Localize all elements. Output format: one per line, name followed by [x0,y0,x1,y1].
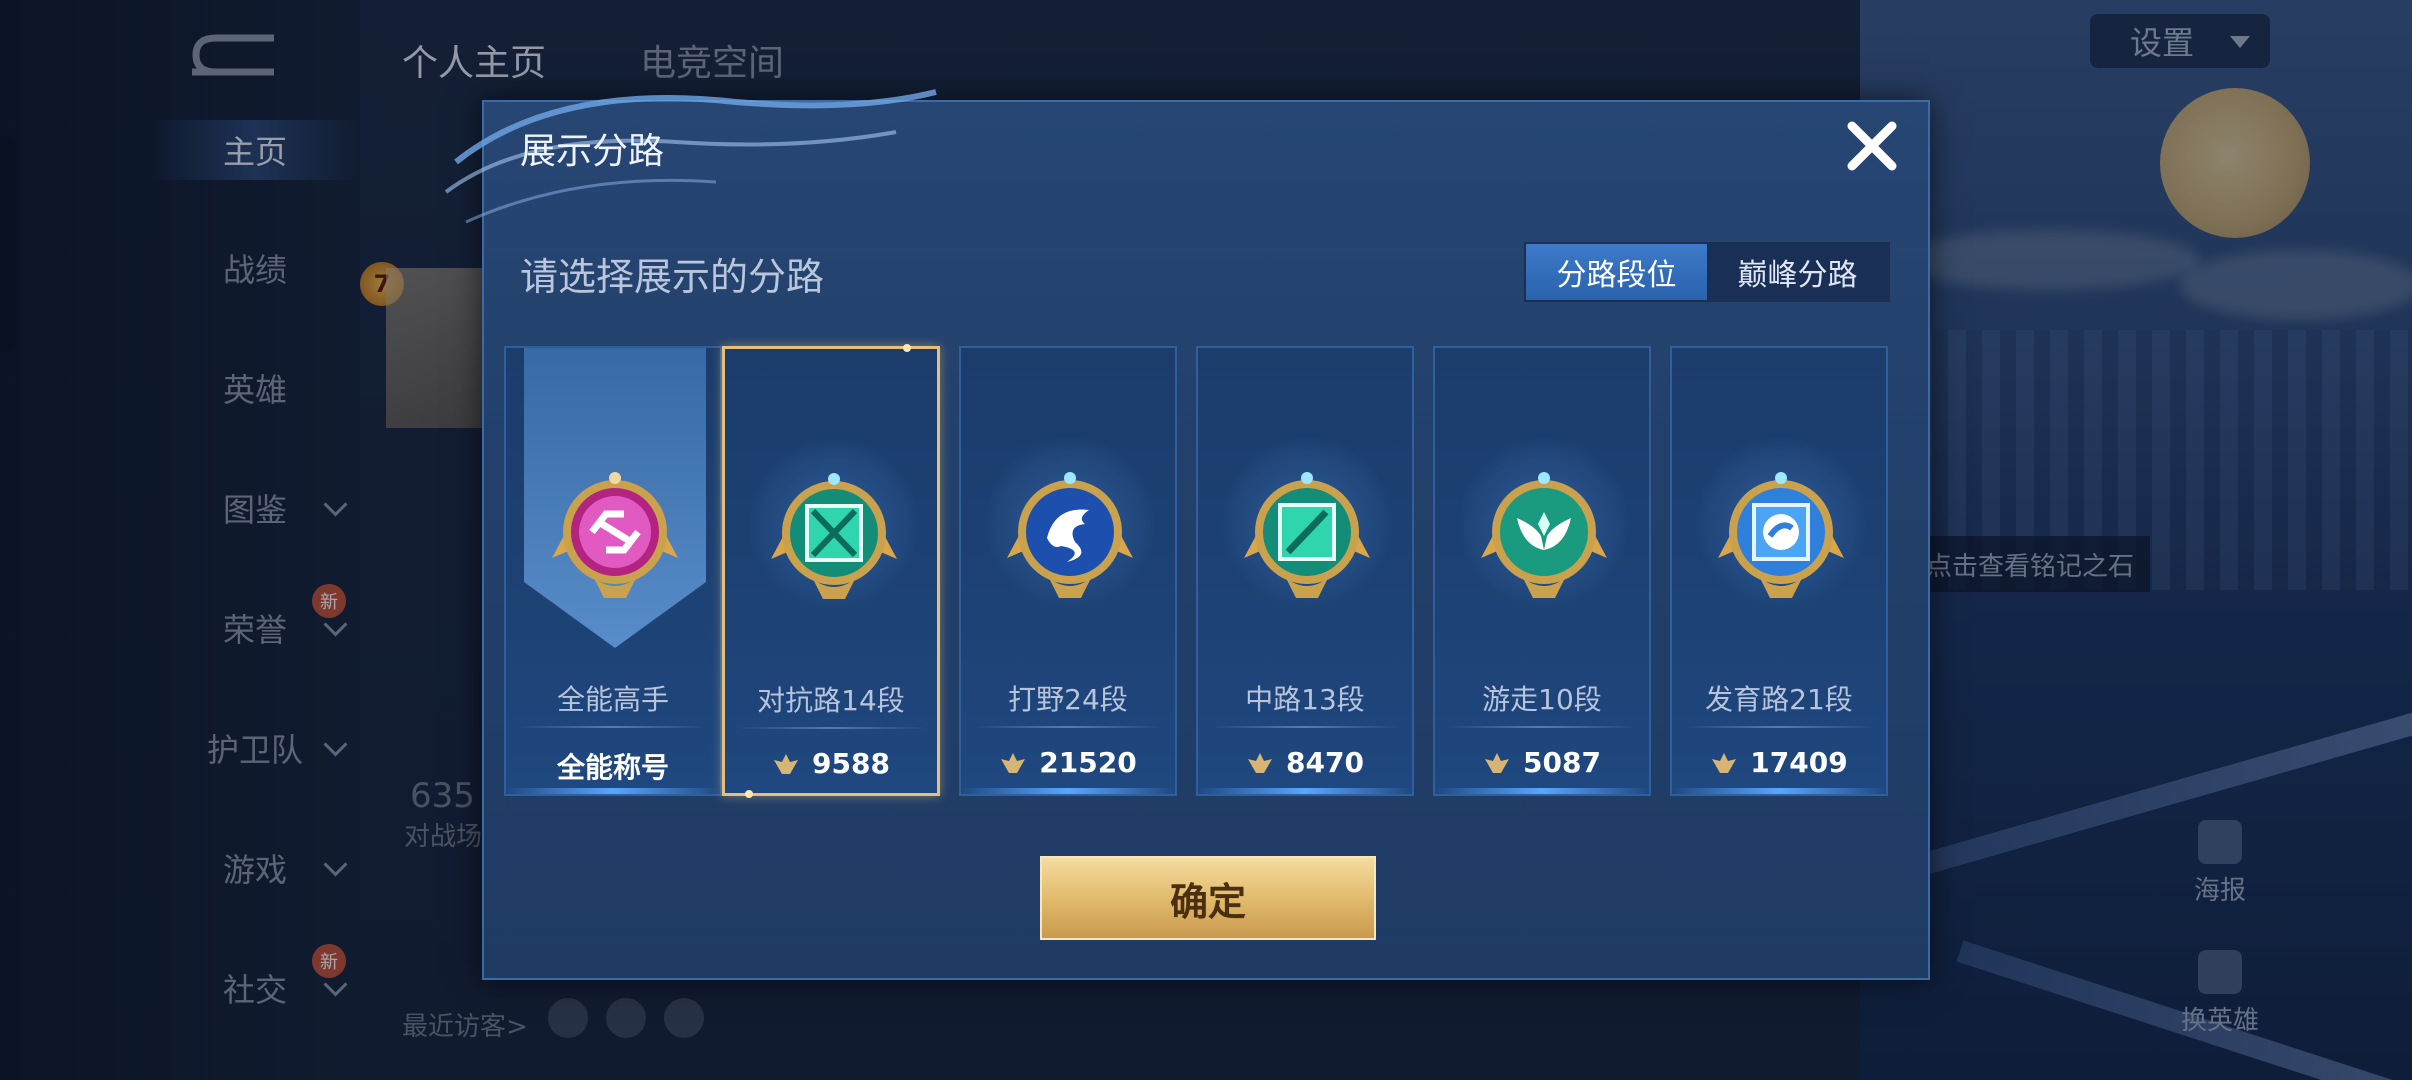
points-icon [1485,752,1510,773]
clash-lane-emblem-icon [771,473,897,599]
card-divider [737,727,927,729]
lane-card-value: 9588 [725,747,937,780]
card-bottom-glow [961,788,1175,794]
lane-card-name: 发育路21段 [1705,683,1853,716]
allround-emblem-icon [552,472,678,598]
lane-card-value: 全能称号 [506,746,720,786]
lane-card-farm[interactable]: 发育路21段 17409 [1670,346,1888,796]
lane-card-list: 全能高手 全能称号 对抗路14段 9588 打野24段 21520 中路13段 … [504,344,1914,798]
lane-card-value-text: 9588 [812,747,890,780]
farm-lane-emblem-icon [1718,472,1844,598]
toggle-peak-lane[interactable]: 巅峰分路 [1707,244,1888,300]
dialog-title: 展示分路 [520,131,665,172]
lane-card-roam[interactable]: 游走10段 5087 [1433,346,1651,796]
lane-card-value: 5087 [1435,746,1649,779]
sparkle-icon [903,344,911,352]
lane-card-name: 游走10段 [1482,683,1602,716]
sparkle-icon [745,790,753,798]
card-divider [973,726,1163,728]
close-icon[interactable] [1842,116,1902,176]
card-divider [1684,726,1874,728]
points-icon [774,753,799,774]
card-divider [518,726,708,728]
lane-card-value: 21520 [961,746,1175,779]
lane-card-mid[interactable]: 中路13段 8470 [1196,346,1414,796]
card-bottom-glow [1672,788,1886,794]
lane-card-jungle[interactable]: 打野24段 21520 [959,346,1177,796]
points-icon [1248,752,1273,773]
lane-card-value: 17409 [1672,746,1886,779]
toggle-lane-rank[interactable]: 分路段位 [1526,244,1707,300]
card-divider [1447,726,1637,728]
lane-card-value-text: 21520 [1039,746,1137,779]
lane-card-name: 打野24段 [1008,683,1128,716]
roam-emblem-icon [1481,472,1607,598]
card-bottom-glow [506,788,720,794]
card-divider [1210,726,1400,728]
mid-lane-emblem-icon [1244,472,1370,598]
points-icon [1712,752,1737,773]
lane-type-toggle: 分路段位 巅峰分路 [1524,242,1890,302]
lane-card-clash[interactable]: 对抗路14段 9588 [722,344,940,798]
lane-card-name: 中路13段 [1245,683,1365,716]
lane-card-value-text: 全能称号 [556,751,669,784]
lane-card-value-text: 5087 [1523,746,1601,779]
lane-card-name: 对抗路14段 [757,684,905,717]
lane-card-allround[interactable]: 全能高手 全能称号 [504,346,722,796]
lane-card-value-text: 17409 [1750,746,1848,779]
card-bottom-glow [1198,788,1412,794]
lane-card-name: 全能高手 [556,683,669,716]
lane-card-value: 8470 [1198,746,1412,779]
card-bottom-glow [1435,788,1649,794]
points-icon [1001,752,1026,773]
lane-card-value-text: 8470 [1286,746,1364,779]
jungle-emblem-icon [1007,472,1133,598]
dialog-subtitle: 请选择展示的分路 [520,255,825,299]
lane-display-dialog: 展示分路 请选择展示的分路 分路段位 巅峰分路 全能高手 全能称号 对抗路14段… [444,89,1930,980]
confirm-button[interactable]: 确定 [1040,856,1376,940]
